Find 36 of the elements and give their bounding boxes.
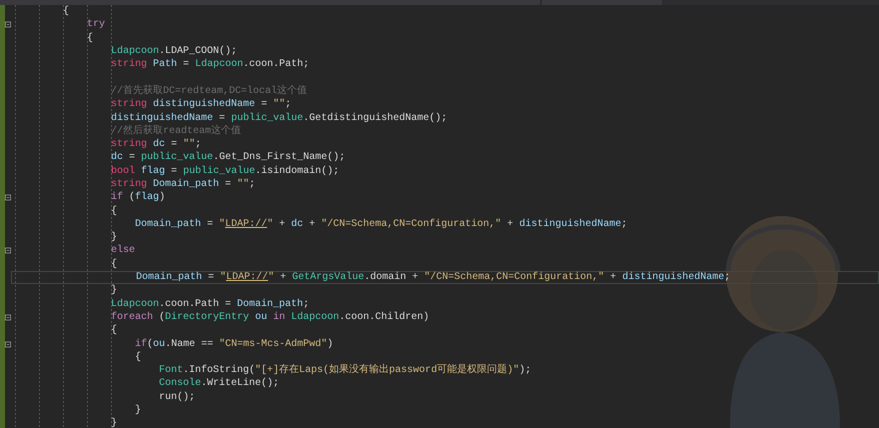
collapse-icon[interactable] [5,314,11,321]
code-line: } [110,231,118,244]
code-line: run(); [158,390,196,404]
code-line: Ldapcoon.coon.Path = Domain_path; [110,298,310,311]
code-line: bool flag = public_value.isindomain(); [110,164,340,178]
code-line: if (flag) [110,191,166,204]
collapse-icon[interactable] [5,340,11,348]
code-line: Ldapcoon.LDAP_COON(); [110,45,238,58]
code-line: string Domain_path = ""; [110,178,256,191]
code-line: Font.InfoString("[+]存在Laps(如果没有输出password可能是权限问题)"); [158,364,532,378]
code-line: try [86,18,106,32]
code-line: } [134,404,142,418]
code-line: { [86,32,94,45]
code-line: { [62,5,70,18]
code-line: Domain_path = "LDAP://" + GetArgsValue.domain + "/CN=Schema,CN=Configuration," + distinguishedName; [135,271,730,284]
code-line: string dc = ""; [110,138,202,152]
code-line: else [110,244,136,258]
code-line: Domain_path = "LDAP://" + dc + "/CN=Schema,CN=Configuration," + distinguishedName; [134,218,628,231]
code-line: dc = public_value.Get_Dns_First_Name(); [110,151,346,164]
code-line: distinguishedName = public_value.GetdistinguishedName(); [110,112,448,124]
code-line: { [110,324,118,338]
code-line: //然后获取readteam这个值 [110,124,242,138]
collapse-icon[interactable] [5,21,11,28]
code-line: string distinguishedName = ""; [110,98,292,112]
collapse-icon[interactable] [5,194,11,202]
code-line: //首先获取DC=redteam,DC=local这个值 [110,84,308,98]
code-line: if(ou.Name == "CN=ms-Mcs-AdmPwd") [134,338,334,351]
code-line: { [110,258,118,271]
code-line: Console.WriteLine(); [158,377,280,390]
code-line: foreach (DirectoryEntry ou in Ldapcoon.coon.Children) [110,310,430,324]
collapse-icon[interactable] [5,247,11,254]
code-line: { [110,204,118,218]
code-line: } [110,417,118,428]
code-line: string Path = Ldapcoon.coon.Path; [110,58,310,72]
code-line: } [110,284,118,298]
code-line: { [134,350,142,364]
